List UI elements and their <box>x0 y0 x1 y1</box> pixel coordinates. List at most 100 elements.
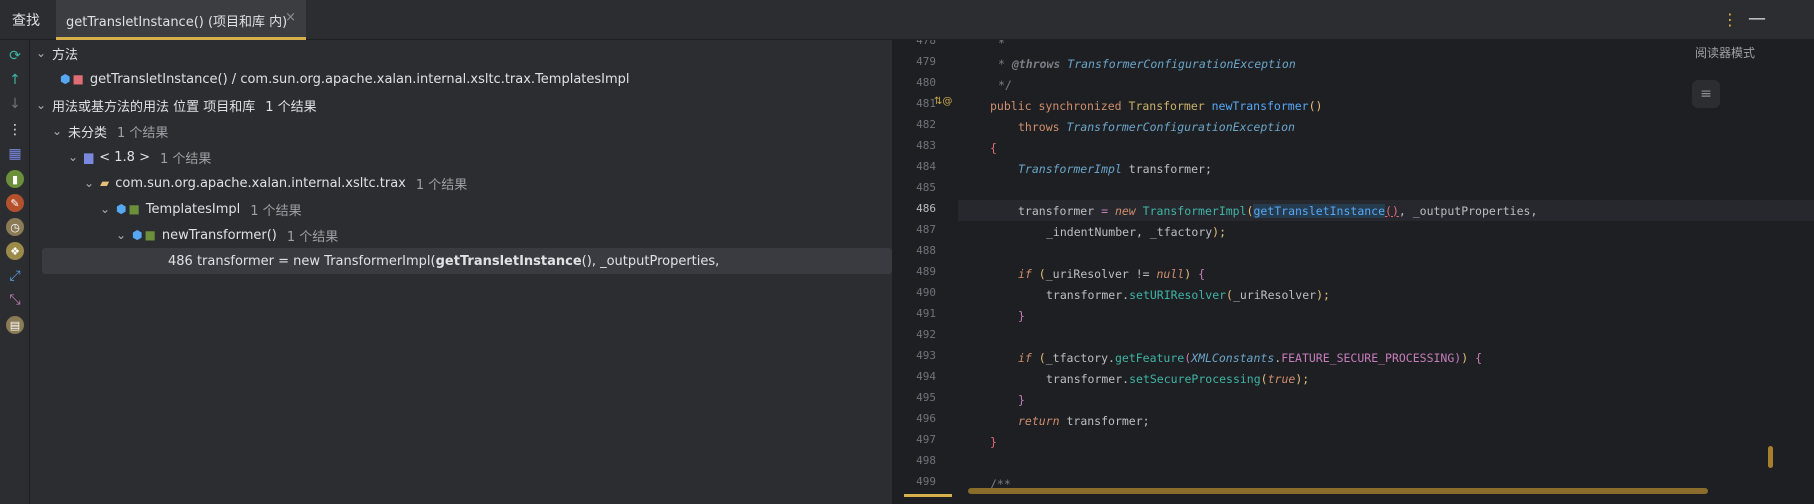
group-by-icon[interactable]: ▦ <box>5 144 25 164</box>
line-gutter: 478 479 480 481 ⇅@ 482 483 484 485 486 4… <box>896 40 958 504</box>
code-token: transformer <box>1046 371 1123 386</box>
chevron-down-icon[interactable]: ⌄ <box>98 202 112 216</box>
method-item-label: getTransletInstance() / com.sun.org.apac… <box>89 71 630 87</box>
tree-node-class[interactable]: ⌄ ⬢ ■ TemplatesImpl 1 个结果 <box>98 196 960 222</box>
tree-node-methods[interactable]: ⌄ 方法 <box>34 40 896 66</box>
horizontal-scrollbar-thumb[interactable] <box>968 488 1708 494</box>
close-icon[interactable]: × <box>285 10 296 25</box>
result-suffix: (), _outputProperties, <box>581 253 720 269</box>
code-line-491: } <box>958 305 1814 326</box>
code-token: , _outputProperties, <box>1398 203 1538 218</box>
vertical-scrollbar-thumb[interactable] <box>1768 446 1773 468</box>
tree-node-method-target[interactable]: ⬢ ■ getTransletInstance() / com.sun.org.… <box>60 66 922 92</box>
line-number: 487 <box>916 223 936 236</box>
tree-node-package[interactable]: ⌄ ▰ com.sun.org.apache.xalan.internal.xs… <box>82 170 944 196</box>
minimize-icon[interactable]: — <box>1748 8 1766 29</box>
code-line-494: transformer. setSecureProcessing(true); <box>1046 371 1310 386</box>
code-token: null <box>1156 266 1185 281</box>
code-token: _tfactory <box>1045 350 1109 365</box>
code-token: } <box>1018 308 1025 323</box>
code-line-490: transformer. setURIResolver(_uriResolver)… <box>1046 287 1330 302</box>
line-number: 482 <box>916 118 936 131</box>
unlock-icon: ■ <box>128 202 140 216</box>
code-line-478: * <box>958 40 1814 53</box>
code-token: Transformer <box>1128 98 1205 113</box>
code-token: true <box>1267 371 1296 386</box>
tree-node-method[interactable]: ⌄ ⬢ ■ newTransformer() 1 个结果 <box>114 222 976 248</box>
chevron-down-icon[interactable]: ⌄ <box>114 228 128 242</box>
line-number: 485 <box>916 181 936 194</box>
method-count: 1 个结果 <box>286 229 339 245</box>
arrow-up-icon[interactable]: ↑ <box>5 70 25 90</box>
collapse-all-icon[interactable]: ⤡ <box>5 290 25 310</box>
class-icon: ⬢ <box>116 202 127 216</box>
code-line-481: public synchronized Transformer newTrans… <box>990 98 1323 113</box>
tree-node-uncategorized[interactable]: ⌄ 未分类 1 个结果 <box>50 118 912 144</box>
methods-header: 方法 <box>52 47 79 63</box>
line-number: 483 <box>916 139 936 152</box>
more-vertical-icon[interactable]: ⋮ <box>5 120 25 140</box>
code-token: */ <box>998 77 1012 92</box>
tree-node-jdk[interactable]: ⌄ ▆ < 1.8 > 1 个结果 <box>66 144 928 170</box>
reader-mode-toggle[interactable]: 阅读器模式 <box>1695 44 1755 61</box>
folder-icon: ▰ <box>100 176 110 190</box>
line-number: 486 <box>916 202 936 215</box>
history-icon[interactable]: ◷ <box>6 218 24 236</box>
chevron-down-icon[interactable]: ⌄ <box>66 150 80 164</box>
tab-get-translet-instance[interactable]: getTransletInstance() (项目和库 内) × <box>56 0 306 40</box>
expand-all-icon[interactable]: ⤢ <box>5 266 25 286</box>
unlock-icon: ■ <box>144 228 156 242</box>
code-token: XMLConstants <box>1191 350 1275 365</box>
package-icon[interactable]: ❖ <box>6 242 24 260</box>
line-number: 497 <box>916 433 936 446</box>
scroll-position-marker <box>904 494 952 497</box>
code-token: TransformerConfigurationException <box>1066 119 1295 134</box>
code-token: = <box>1094 203 1115 218</box>
usage-tree: ⌄ 方法 ⬢ ■ getTransletInstance() / com.sun… <box>30 40 892 504</box>
result-prefix: 486 transformer = new TransformerImpl( <box>168 253 436 269</box>
chevron-down-icon[interactable]: ⌄ <box>34 98 48 112</box>
rerun-icon[interactable]: ⟳ <box>5 46 25 66</box>
override-icon[interactable]: ⇅@ <box>934 96 952 107</box>
more-options-icon[interactable]: ⋮ <box>1722 10 1738 29</box>
line-number: 480 <box>916 76 936 89</box>
code-line-479: * @throws TransformerConfigurationExcept… <box>998 56 1296 71</box>
preview-icon[interactable]: ▤ <box>6 316 24 334</box>
code-preview[interactable]: 478 479 480 481 ⇅@ 482 483 484 485 486 4… <box>896 40 1814 504</box>
code-token: } <box>990 434 997 449</box>
module-icon[interactable]: ▮ <box>6 170 24 188</box>
edit-icon[interactable]: ✎ <box>6 194 24 212</box>
line-number: 479 <box>916 55 936 68</box>
line-number: 495 <box>916 391 936 404</box>
find-toolwindow-header: 查找 getTransletInstance() (项目和库 内) × ⋮ — <box>0 0 1814 40</box>
tree-node-usage-result[interactable]: 486 transformer = new TransformerImpl(ge… <box>42 248 892 274</box>
reader-mode-icon[interactable]: ≡ <box>1692 80 1720 108</box>
uncategorized-label: 未分类 <box>68 125 108 141</box>
code-token: synchronized <box>1038 98 1122 113</box>
code-token: getTransletInstance <box>1253 203 1386 218</box>
code-token: _uriResolver != <box>1045 266 1157 281</box>
code-token: { <box>990 140 997 155</box>
code-token: if <box>1018 350 1032 365</box>
code-line-495: } <box>958 389 1814 410</box>
chevron-down-icon[interactable]: ⌄ <box>82 176 96 190</box>
code-token: new <box>1114 203 1136 218</box>
code-line-496: return transformer; <box>958 410 1814 431</box>
line-number: 493 <box>916 349 936 362</box>
jdk-label: < 1.8 > <box>99 149 150 165</box>
line-number: 488 <box>916 244 936 257</box>
tree-node-usages[interactable]: ⌄ 用法或基方法的用法 位置 项目和库 1 个结果 <box>34 92 896 118</box>
code-token: transformer <box>1018 203 1095 218</box>
code-token: throws <box>1018 119 1060 134</box>
code-line-487: _indentNumber, _tfactory); <box>1046 224 1227 239</box>
chevron-down-icon[interactable]: ⌄ <box>50 124 64 138</box>
usages-header: 用法或基方法的用法 位置 项目和库 <box>52 99 256 115</box>
chevron-down-icon[interactable]: ⌄ <box>34 46 48 60</box>
find-tool-rail: ⟳ ↑ ↓ ⋮ ▦ ▮ ✎ ◷ ❖ ⤢ ⤡ ▤ <box>0 40 30 504</box>
code-token: TransformerImpl <box>1018 161 1122 176</box>
arrow-down-icon[interactable]: ↓ <box>5 94 25 114</box>
result-bold: getTransletInstance <box>435 253 582 269</box>
code-token: _indentNumber, _tfactory <box>1046 224 1213 239</box>
code-token: FEATURE_SECURE_PROCESSING <box>1281 350 1455 365</box>
usages-count: 1 个结果 <box>265 99 317 115</box>
